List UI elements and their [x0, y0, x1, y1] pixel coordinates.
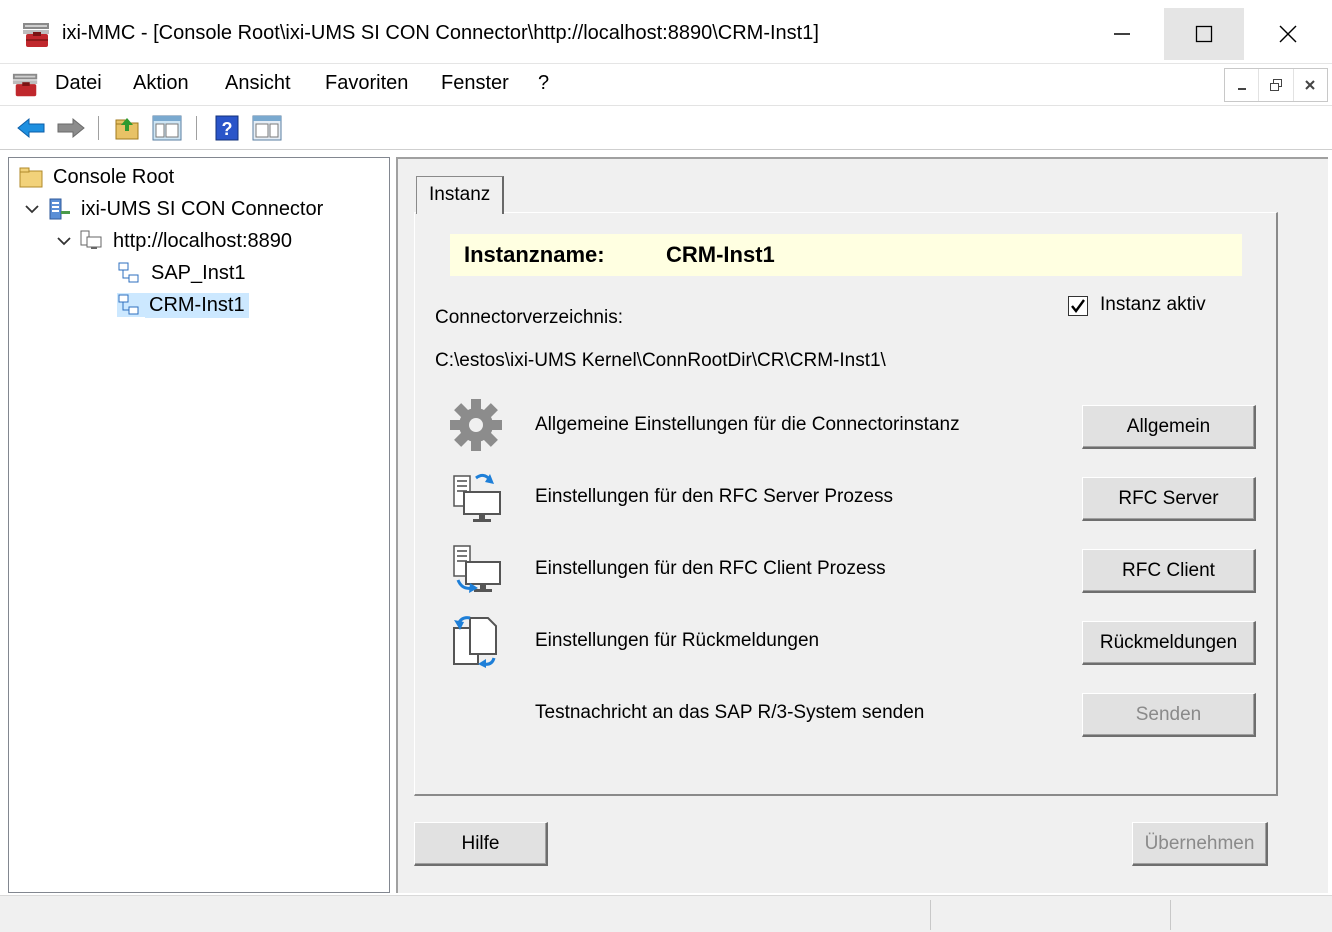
close-icon [1279, 25, 1297, 43]
server-connector-icon [47, 197, 71, 221]
checkmark-icon [1071, 299, 1085, 313]
maximize-button[interactable] [1164, 8, 1244, 60]
show-hide-tree-button[interactable] [152, 114, 182, 142]
status-bar [0, 895, 1332, 932]
row-text-rfc-client: Einstellungen für den RFC Client Prozess [535, 558, 886, 579]
menu-datei[interactable]: Datei [55, 72, 102, 95]
instance-icon [117, 293, 145, 317]
mdi-minimize-button[interactable] [1225, 69, 1260, 101]
connector-dir-label: Connectorverzeichnis: [435, 307, 623, 328]
mdi-window-controls [1224, 68, 1328, 102]
tree-item-server[interactable]: http://localhost:8890 [55, 226, 296, 256]
instance-active-checkbox[interactable] [1068, 296, 1088, 316]
gear-icon [448, 398, 504, 452]
tree-label: CRM-Inst1 [145, 292, 249, 318]
console-icon[interactable] [12, 72, 40, 98]
console-tree: Console Root ixi-UMS SI CON Connector ht… [8, 157, 390, 893]
close-icon [1305, 80, 1316, 90]
menu-aktion[interactable]: Aktion [133, 72, 189, 95]
folder-icon [19, 165, 43, 189]
allgemein-button[interactable]: Allgemein [1082, 405, 1256, 449]
rfc-server-icon [448, 470, 504, 524]
window-title: ixi-MMC - [Console Root\ixi-UMS SI CON C… [62, 22, 819, 44]
maximize-icon [1195, 25, 1213, 43]
instance-name-value: CRM-Inst1 [666, 242, 775, 267]
feedback-icon [448, 614, 504, 668]
folder-up-icon [115, 118, 139, 140]
help-book-icon: ? [215, 115, 239, 141]
help-toolbar-button[interactable]: ? [212, 114, 242, 142]
rfc-client-button[interactable]: RFC Client [1082, 549, 1256, 593]
instance-header: Instanzname: CRM-Inst1 [450, 234, 1242, 276]
instance-active-label: Instanz aktiv [1100, 294, 1206, 315]
server-icon [79, 229, 103, 253]
instance-name-label: Instanzname: [464, 242, 605, 267]
up-one-level-button[interactable] [112, 114, 142, 142]
menu-help[interactable]: ? [538, 72, 549, 95]
tree-label: Console Root [53, 165, 175, 188]
close-button[interactable] [1248, 8, 1328, 60]
instance-icon [117, 261, 141, 285]
row-text-rfc-server: Einstellungen für den RFC Server Prozess [535, 486, 893, 507]
senden-button[interactable]: Senden [1082, 693, 1256, 737]
row-text-general: Allgemeine Einstellungen für die Connect… [535, 414, 960, 435]
tree-item-crm-inst1[interactable]: CRM-Inst1 [117, 290, 249, 320]
rfc-client-icon [448, 542, 504, 596]
mdi-close-button[interactable] [1294, 69, 1327, 101]
status-bar-separator [930, 900, 931, 930]
minimize-button[interactable] [1082, 8, 1162, 60]
row-text-test-message: Testnachricht an das SAP R/3-System send… [535, 702, 925, 723]
tree-item-console-root[interactable]: Console Root [19, 162, 178, 192]
rfc-server-button[interactable]: RFC Server [1082, 477, 1256, 521]
chevron-down-icon[interactable] [23, 200, 41, 218]
connector-dir-path: C:\estos\ixi-UMS Kernel\ConnRootDir\CR\C… [435, 350, 886, 371]
back-button[interactable] [16, 114, 46, 142]
status-bar-separator [1170, 900, 1171, 930]
forward-arrow-icon [57, 117, 85, 139]
tree-label: http://localhost:8890 [113, 229, 293, 252]
apply-button[interactable]: Übernehmen [1132, 822, 1268, 866]
menu-favoriten[interactable]: Favoriten [325, 72, 408, 95]
rueckmeldungen-button[interactable]: Rückmeldungen [1082, 621, 1256, 665]
toolbar: ? [0, 106, 1332, 150]
title-bar: ixi-MMC - [Console Root\ixi-UMS SI CON C… [0, 0, 1332, 64]
mdi-restore-button[interactable] [1259, 69, 1294, 101]
svg-text:?: ? [222, 119, 233, 139]
minimize-icon [1114, 33, 1130, 35]
tab-instanz[interactable]: Instanz [416, 176, 504, 214]
menu-bar: Datei Aktion Ansicht Favoriten Fenster ? [0, 64, 1332, 106]
app-icon[interactable] [22, 22, 52, 48]
chevron-down-icon[interactable] [55, 232, 73, 250]
back-arrow-icon [17, 117, 45, 139]
restore-icon [1269, 79, 1282, 91]
toolbar-separator [196, 116, 197, 140]
menu-ansicht[interactable]: Ansicht [225, 72, 291, 95]
action-pane-icon [252, 115, 282, 141]
row-text-feedback: Einstellungen für Rückmeldungen [535, 630, 820, 651]
menu-fenster[interactable]: Fenster [441, 72, 509, 95]
minimize-icon [1237, 88, 1246, 90]
help-button[interactable]: Hilfe [414, 822, 548, 866]
forward-button[interactable] [56, 114, 86, 142]
tree-label: ixi-UMS SI CON Connector [81, 197, 324, 220]
tree-item-connector[interactable]: ixi-UMS SI CON Connector [23, 194, 327, 224]
tree-item-sap-inst1[interactable]: SAP_Inst1 [117, 258, 250, 288]
tree-label: SAP_Inst1 [151, 261, 246, 284]
toolbar-separator [98, 116, 99, 140]
show-action-pane-button[interactable] [252, 114, 282, 142]
tree-pane-icon [152, 115, 182, 141]
